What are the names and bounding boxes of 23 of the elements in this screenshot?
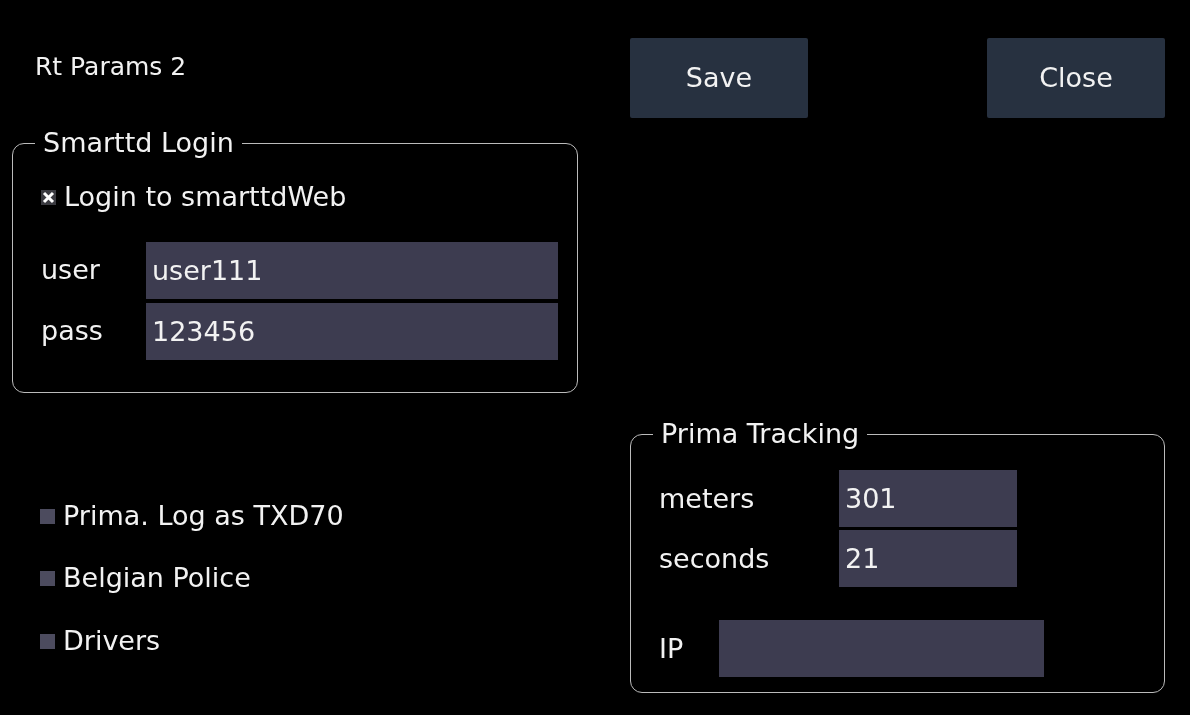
checkbox[interactable] (40, 571, 55, 587)
window-title: Rt Params 2 (35, 52, 188, 82)
input-field[interactable]: 301 (839, 470, 1017, 528)
field-label: seconds (659, 541, 771, 576)
checkbox[interactable] (41, 190, 56, 206)
field-label: meters (659, 481, 756, 516)
input-field[interactable] (719, 620, 1044, 678)
checkbox[interactable] (40, 633, 55, 649)
input-field[interactable]: 123456 (146, 302, 558, 360)
field-label: pass (41, 314, 104, 349)
button[interactable]: Save (630, 38, 808, 118)
checkbox[interactable] (40, 508, 55, 524)
field-label: IP (659, 631, 685, 666)
checkbox-label: Login to smarttdWeb (64, 180, 347, 215)
field-label: user (41, 253, 101, 288)
checkbox-label: Belgian Police (63, 561, 251, 596)
group-title: Prima Tracking (660, 418, 861, 451)
input-field[interactable]: user111 (146, 241, 558, 299)
button[interactable]: Close (987, 38, 1165, 118)
checkbox-label: Drivers (63, 623, 161, 658)
input-field[interactable]: 21 (839, 530, 1017, 588)
group-title: Smarttd Login (42, 127, 235, 160)
checkbox-label: Prima. Log as TXD70 (63, 498, 344, 533)
